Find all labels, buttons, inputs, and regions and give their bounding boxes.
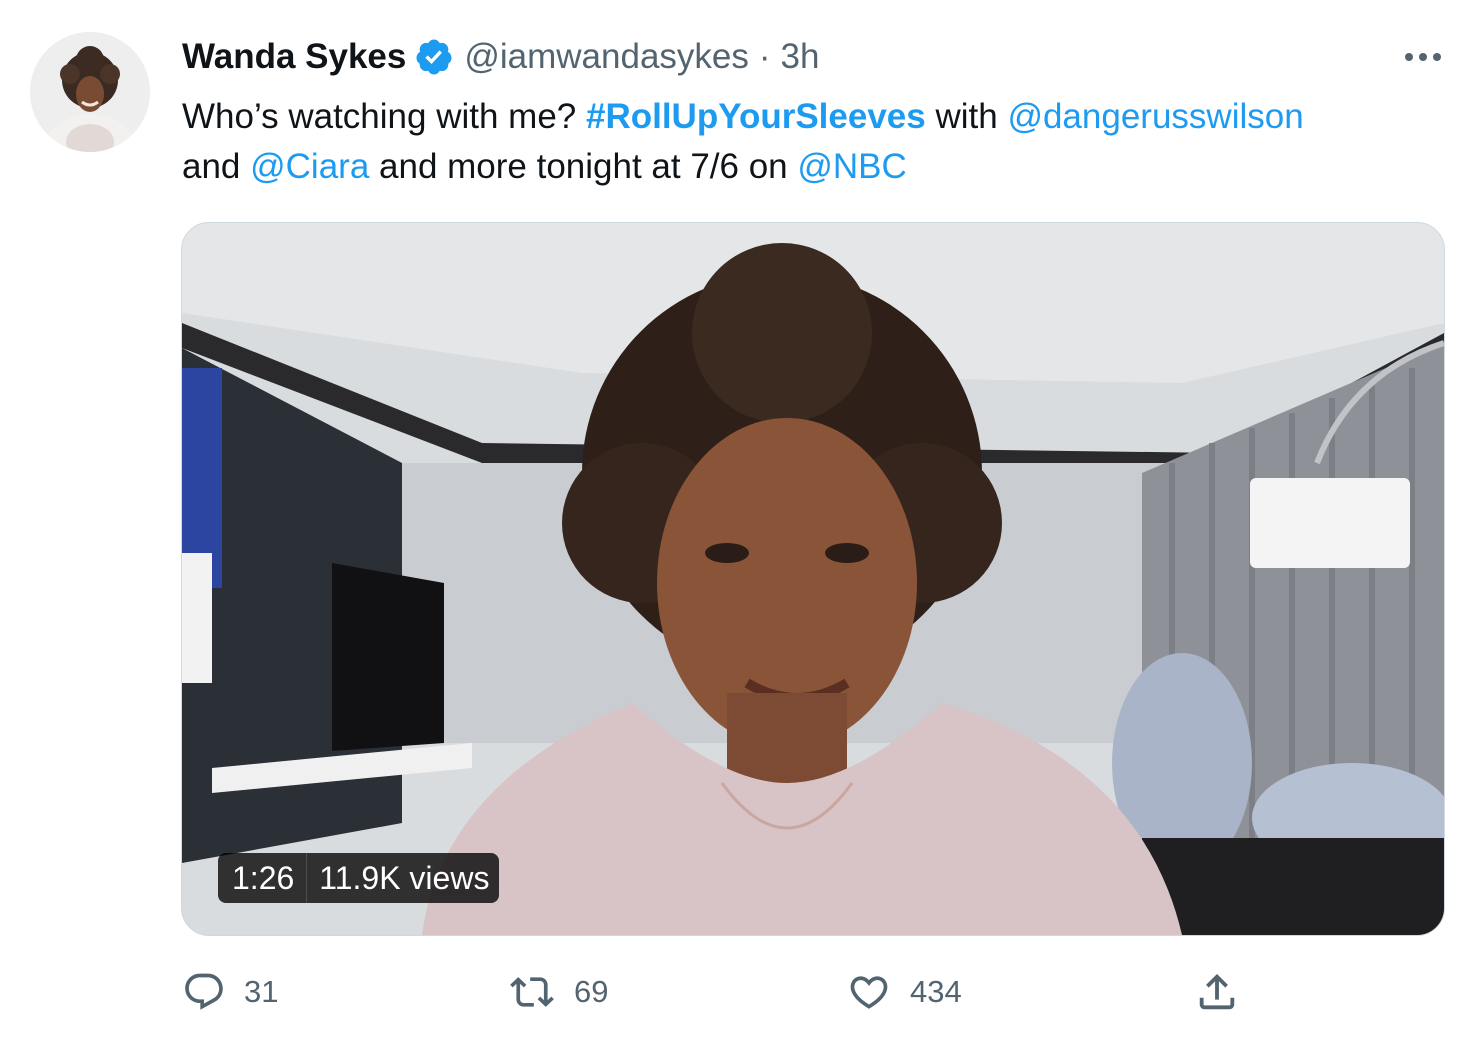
share-icon: [1199, 973, 1235, 1010]
reply-count: 31: [244, 974, 279, 1009]
more-dot-icon: [1405, 53, 1413, 61]
more-dot-icon: [1433, 53, 1441, 61]
tweet-text-segment: and more tonight at 7/6 on: [369, 147, 798, 186]
badge-divider: [306, 853, 308, 903]
more-dot-icon: [1419, 53, 1427, 61]
verified-badge-icon: [414, 37, 454, 77]
avatar-photo-icon: [30, 32, 150, 152]
tweet-text-segment: and: [182, 147, 251, 186]
tweet-header: Wanda Sykes @iamwandasykes · 3h: [182, 34, 819, 80]
tweet-actions: 31 69 434: [182, 962, 1262, 1022]
reply-button[interactable]: 31: [182, 962, 278, 1022]
mention-link[interactable]: @Ciara: [250, 147, 369, 186]
avatar[interactable]: [30, 32, 150, 152]
share-button[interactable]: [1194, 962, 1240, 1022]
retweet-button[interactable]: 69: [508, 962, 608, 1022]
timestamp[interactable]: 3h: [781, 34, 820, 80]
like-count: 434: [910, 974, 962, 1009]
reply-icon: [185, 973, 223, 1010]
retweet-icon: [510, 977, 554, 1007]
retweet-count: 69: [574, 974, 609, 1009]
display-name[interactable]: Wanda Sykes: [182, 34, 406, 80]
separator-dot: ·: [758, 37, 771, 76]
video-views: 11.9K views: [319, 859, 490, 896]
tweet-text-segment: with: [925, 97, 1008, 136]
video-info-badge: 1:26 11.9K views: [218, 853, 500, 903]
mention-link[interactable]: @dangerusswilson: [1007, 97, 1303, 136]
video-duration: 1:26: [232, 859, 295, 896]
tweet-text-segment: Who’s watching with me?: [182, 97, 586, 136]
more-options-button[interactable]: [1398, 40, 1448, 74]
video-frame-image: [182, 223, 1444, 935]
hashtag-link[interactable]: #RollUpYourSleeves: [586, 97, 926, 136]
mention-link[interactable]: @NBC: [797, 147, 906, 186]
like-button[interactable]: 434: [846, 962, 962, 1022]
video-player[interactable]: 1:26 11.9K views: [181, 222, 1445, 936]
tweet-card[interactable]: Wanda Sykes @iamwandasykes · 3h Who’s wa…: [0, 0, 1470, 1044]
heart-icon: [850, 976, 888, 1009]
user-handle[interactable]: @iamwandasykes: [464, 34, 749, 80]
tweet-text: Who’s watching with me? #RollUpYourSleev…: [182, 92, 1442, 192]
